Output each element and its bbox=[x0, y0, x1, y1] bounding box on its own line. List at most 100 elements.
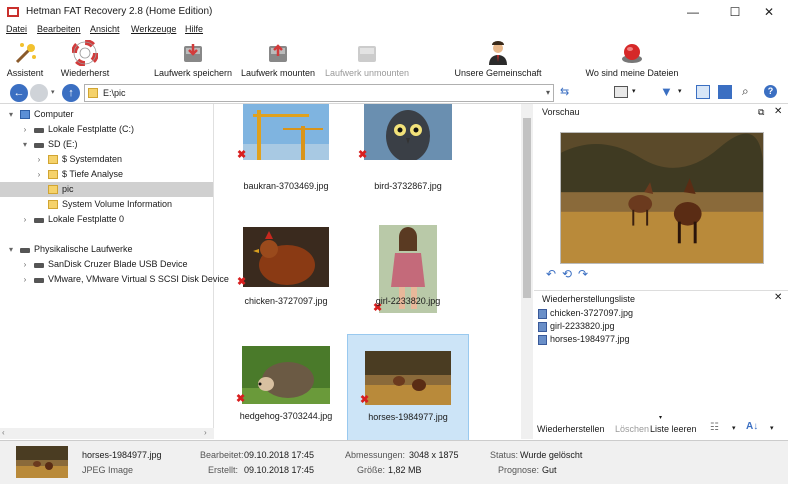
wiederherst-button[interactable]: Wiederherst bbox=[54, 38, 116, 84]
tree-item[interactable]: ▾ Physikalische Laufwerke bbox=[0, 242, 213, 257]
drive-unmount-icon bbox=[358, 46, 376, 62]
image-file-icon bbox=[538, 308, 547, 319]
up-button[interactable]: ↑ bbox=[62, 84, 80, 102]
list-view-dropdown-icon[interactable]: ▾ bbox=[732, 424, 736, 432]
person-icon bbox=[489, 41, 507, 65]
preview-close-icon[interactable]: ✕ bbox=[774, 106, 782, 117]
assistent-button[interactable]: Assistent bbox=[2, 38, 48, 84]
close-button[interactable]: ✕ bbox=[750, 0, 788, 24]
loeschen-button[interactable]: Löschen bbox=[615, 424, 649, 434]
tree-expander-icon[interactable]: › bbox=[20, 212, 30, 227]
save-icon[interactable] bbox=[718, 85, 732, 99]
tree-expander-icon[interactable]: ▾ bbox=[6, 107, 16, 122]
flip-icon[interactable]: ⟲ bbox=[562, 267, 572, 281]
status-filename: horses-1984977.jpg bbox=[82, 450, 162, 460]
recovery-list-item[interactable]: horses-1984977.jpg bbox=[538, 333, 630, 346]
tree-expander-icon[interactable]: › bbox=[34, 167, 44, 182]
refresh-icon[interactable]: ⇆ bbox=[560, 85, 569, 98]
path-input[interactable]: E:\pic ▾ bbox=[84, 84, 554, 102]
tree-item[interactable]: ▾ SD (E:) bbox=[0, 137, 213, 152]
tree-item-label: Lokale Festplatte (C:) bbox=[48, 124, 135, 134]
rotate-right-icon[interactable]: ↷ bbox=[578, 267, 588, 281]
wiederherstellen-button[interactable]: Wiederherstellen bbox=[537, 424, 605, 434]
abmessungen-label: Abmessungen: bbox=[345, 450, 406, 460]
recovery-list-item[interactable]: girl-2233820.jpg bbox=[538, 320, 615, 333]
menu-ansicht[interactable]: Ansicht bbox=[90, 24, 120, 34]
status-filetype: JPEG Image bbox=[82, 465, 134, 475]
menu-datei[interactable]: Datei bbox=[6, 24, 27, 34]
laufwerk-mounten-button[interactable]: Laufwerk mounten bbox=[238, 38, 318, 84]
filter-dropdown-icon[interactable]: ▾ bbox=[678, 87, 682, 95]
drive-icon bbox=[34, 218, 44, 223]
maximize-button[interactable]: ☐ bbox=[716, 0, 754, 24]
recovery-list-close-icon[interactable]: ✕ bbox=[774, 292, 782, 303]
file-tile[interactable]: ✖ bird-3732867.jpg bbox=[347, 104, 469, 212]
status-bar: horses-1984977.jpg JPEG Image Bearbeitet… bbox=[0, 440, 788, 484]
search-icon[interactable]: ⌕ bbox=[742, 84, 749, 99]
tree-item[interactable]: › Lokale Festplatte (C:) bbox=[0, 122, 213, 137]
preview-header: Vorschau bbox=[542, 107, 580, 117]
rotate-left-icon[interactable]: ↶ bbox=[546, 267, 556, 281]
wo-sind-meine-dateien-button[interactable]: Wo sind meine Dateien bbox=[582, 38, 682, 84]
tree-expander-icon[interactable]: › bbox=[20, 272, 30, 287]
status-thumbnail bbox=[16, 446, 68, 478]
unsere-gemeinschaft-button[interactable]: Unsere Gemeinschaft bbox=[452, 38, 544, 84]
tree-item[interactable]: › SanDisk Cruzer Blade USB Device bbox=[0, 257, 213, 272]
menu-bearbeiten[interactable]: Bearbeiten bbox=[37, 24, 81, 34]
recovery-list-item[interactable]: chicken-3727097.jpg bbox=[538, 307, 633, 320]
history-dropdown-icon[interactable]: ▾ bbox=[51, 88, 55, 96]
drive-icon bbox=[34, 278, 44, 283]
tree-expander-icon[interactable]: ▾ bbox=[20, 137, 30, 152]
drive-icon bbox=[34, 143, 44, 148]
address-bar: ← ▾ ↑ E:\pic ▾ ⇆ ▾ ▼ ▾ ⌕ ? bbox=[0, 82, 788, 104]
scroll-right-icon[interactable]: › bbox=[204, 428, 207, 437]
scrollbar-thumb[interactable] bbox=[523, 118, 531, 298]
tree-expander-icon[interactable]: › bbox=[20, 122, 30, 137]
menu-bar: Datei Bearbeiten Ansicht Werkzeuge Hilfe bbox=[0, 24, 788, 38]
file-tile[interactable]: ✖ horses-1984977.jpg bbox=[347, 334, 469, 442]
tree-item-label: Computer bbox=[34, 109, 74, 119]
help-icon[interactable]: ? bbox=[764, 85, 777, 98]
list-view-icon[interactable]: ☷ bbox=[710, 422, 719, 433]
assistent-label: Assistent bbox=[6, 68, 44, 78]
tree-expander-icon[interactable]: ▾ bbox=[6, 242, 16, 257]
forward-button[interactable] bbox=[30, 84, 48, 102]
scroll-left-icon[interactable]: ‹ bbox=[2, 428, 5, 437]
tree-item[interactable]: › $ Systemdaten bbox=[0, 152, 213, 167]
tree-item[interactable]: › Lokale Festplatte 0 bbox=[0, 212, 213, 227]
tree-item-label: Lokale Festplatte 0 bbox=[48, 214, 125, 224]
file-name: bird-3732867.jpg bbox=[374, 181, 442, 191]
undock-icon[interactable]: ⧉ bbox=[758, 107, 764, 118]
sort-dropdown-icon[interactable]: ▾ bbox=[770, 424, 774, 432]
tree-item[interactable]: pic bbox=[0, 182, 213, 197]
path-dropdown-icon[interactable]: ▾ bbox=[546, 88, 550, 97]
tree-item[interactable]: ▾ Computer bbox=[0, 107, 213, 122]
file-tile[interactable]: ✖ baukran-3703469.jpg bbox=[225, 104, 347, 212]
tree-expander-icon[interactable]: › bbox=[34, 152, 44, 167]
recovery-list-toolbar: ▾ Wiederherstellen Löschen Liste leeren … bbox=[534, 415, 788, 438]
laufwerk-speichern-label: Laufwerk speichern bbox=[153, 68, 233, 78]
sort-icon[interactable]: A↓ bbox=[746, 421, 758, 432]
minimize-button[interactable]: — bbox=[674, 0, 712, 24]
laufwerk-unmounten-button[interactable]: Laufwerk unmounten bbox=[322, 38, 412, 84]
panel-toggle-icon[interactable] bbox=[696, 85, 710, 99]
menu-werkzeuge[interactable]: Werkzeuge bbox=[131, 24, 176, 34]
tree-item[interactable]: › $ Tiefe Analyse bbox=[0, 167, 213, 182]
view-mode-icon[interactable] bbox=[614, 86, 628, 98]
back-button[interactable]: ← bbox=[10, 84, 28, 102]
tree-expander-icon[interactable]: › bbox=[20, 257, 30, 272]
filter-icon[interactable]: ▼ bbox=[660, 84, 673, 99]
tree-item[interactable]: System Volume Information bbox=[0, 197, 213, 212]
menu-hilfe[interactable]: Hilfe bbox=[185, 24, 203, 34]
file-tile[interactable]: ✖ chicken-3727097.jpg bbox=[225, 219, 347, 327]
file-vertical-scrollbar[interactable] bbox=[521, 104, 533, 439]
view-mode-dropdown-icon[interactable]: ▾ bbox=[632, 87, 636, 95]
tree-horizontal-scrollbar[interactable]: ‹ › bbox=[0, 428, 214, 439]
laufwerk-speichern-button[interactable]: Laufwerk speichern bbox=[152, 38, 234, 84]
file-tile[interactable]: ✖ girl-2233820.jpg bbox=[347, 219, 469, 327]
groesse-value: 1,82 MB bbox=[388, 465, 422, 475]
wiederherst-label: Wiederherst bbox=[60, 68, 110, 78]
file-tile[interactable]: ✖ hedgehog-3703244.jpg bbox=[225, 334, 347, 442]
liste-leeren-button[interactable]: Liste leeren bbox=[650, 424, 697, 434]
tree-item[interactable]: › VMware, VMware Virtual S SCSI Disk Devi… bbox=[0, 272, 229, 287]
